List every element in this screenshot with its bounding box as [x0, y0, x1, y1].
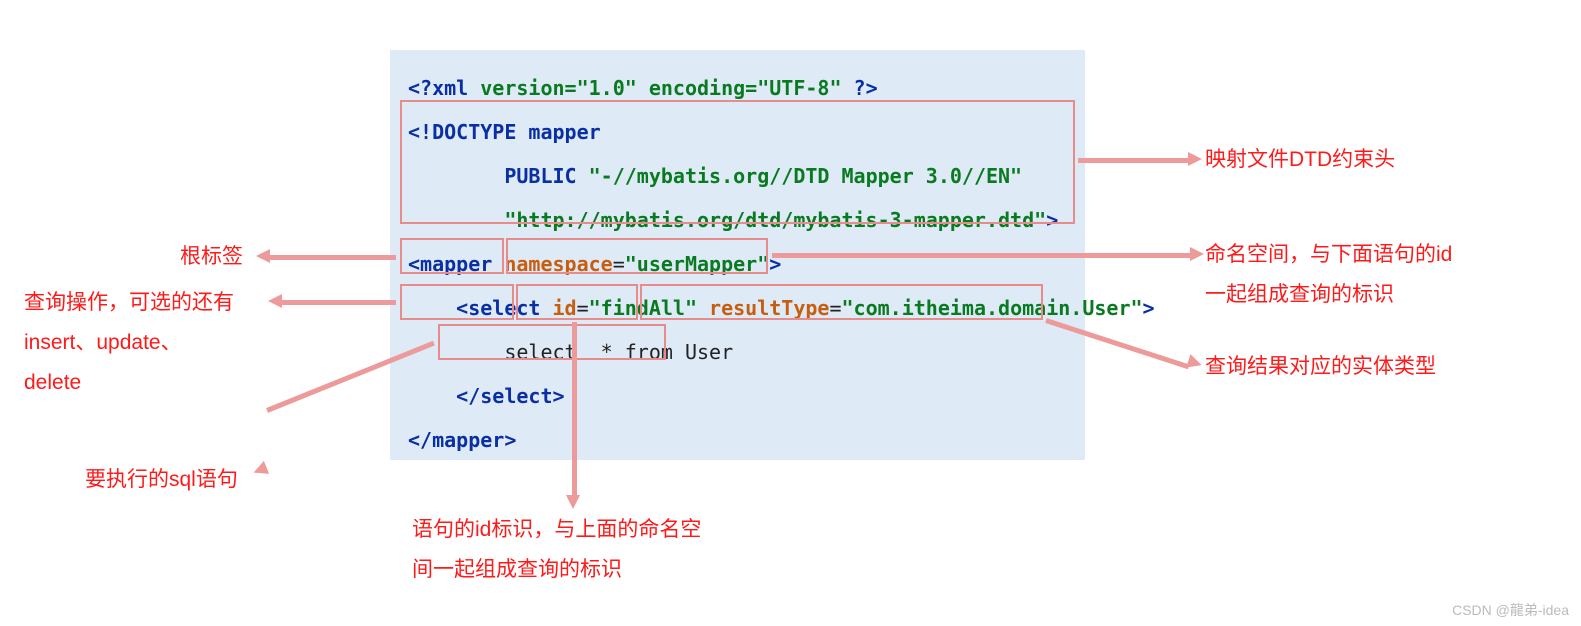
watermark: CSDN @龍弟-idea	[1452, 600, 1569, 620]
arrow-rt-head	[1186, 354, 1204, 372]
line-select-close: </select>	[408, 374, 1067, 418]
arrow-ns-head	[1190, 247, 1204, 261]
arrow-id-head	[566, 495, 580, 509]
arrow-dtd-head	[1188, 152, 1202, 166]
label-namespace: 命名空间，与下面语句的id 一起组成查询的标识	[1205, 235, 1452, 315]
line-mapper-open: <mapper namespace="userMapper">	[408, 242, 1067, 286]
label-query-op: 查询操作，可选的还有 insert、update、 delete	[24, 283, 234, 403]
line-select-open: <select id="findAll" resultType="com.ith…	[408, 286, 1067, 330]
label-stmt-id: 语句的id标识，与上面的命名空 间一起组成查询的标识	[412, 510, 701, 590]
line-sql: select * from User	[408, 330, 1067, 374]
line-doctype-2: PUBLIC "-//mybatis.org//DTD Mapper 3.0//…	[408, 154, 1067, 198]
label-sql-stmt: 要执行的sql语句	[85, 460, 238, 500]
label-root-tag: 根标签	[180, 237, 243, 277]
code-panel: <?xml version="1.0" encoding="UTF-8" ?> …	[390, 50, 1085, 460]
arrow-query-head	[268, 294, 282, 308]
arrow-root-head	[256, 249, 270, 263]
line-xml-decl: <?xml version="1.0" encoding="UTF-8" ?>	[408, 66, 1067, 110]
label-result-type: 查询结果对应的实体类型	[1205, 347, 1436, 387]
arrow-dtd	[1078, 158, 1188, 163]
label-dtd-head: 映射文件DTD约束头	[1205, 140, 1395, 180]
line-doctype-3: "http://mybatis.org/dtd/mybatis-3-mapper…	[408, 198, 1067, 242]
arrow-query	[282, 300, 396, 305]
arrow-sql-head	[251, 461, 269, 479]
arrow-root	[270, 255, 396, 260]
line-doctype-1: <!DOCTYPE mapper	[408, 110, 1067, 154]
line-mapper-close: </mapper>	[408, 418, 1067, 462]
